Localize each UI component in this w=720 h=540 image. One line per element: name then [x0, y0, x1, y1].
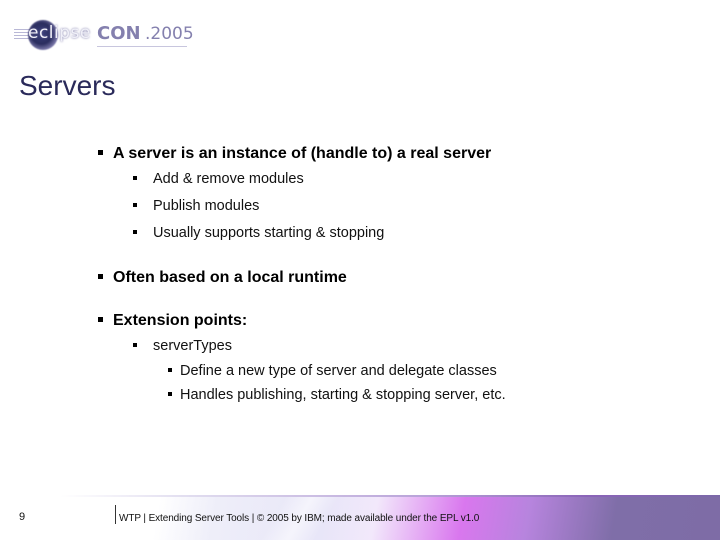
footer-vertical-divider	[115, 505, 116, 524]
bullet-item: serverTypes	[133, 338, 232, 354]
bullet-text: Define a new type of server and delegate…	[180, 363, 497, 379]
bullet-text: Extension points:	[113, 312, 248, 329]
slide-title: Servers	[19, 70, 116, 101]
bullet-item: Handles publishing, starting & stopping …	[168, 387, 506, 403]
bullet-text: Usually supports starting & stopping	[153, 225, 385, 241]
bullet-item: Usually supports starting & stopping	[133, 225, 384, 241]
bullet-item: Often based on a local runtime	[98, 269, 347, 287]
bullet-square-icon	[98, 150, 103, 155]
eclipsecon-logo: eclipse CON .2005	[10, 18, 194, 52]
bullet-text: serverTypes	[153, 338, 232, 354]
bullet-item: Publish modules	[133, 198, 259, 214]
logo-con-text: CON	[97, 23, 141, 44]
bullet-text: Handles publishing, starting & stopping …	[180, 387, 506, 403]
bullet-text: Add & remove modules	[153, 171, 304, 187]
bullet-item: A server is an instance of (handle to) a…	[98, 145, 491, 163]
bullet-text: A server is an instance of (handle to) a…	[113, 145, 492, 162]
bullet-item: Extension points:	[98, 312, 247, 330]
bullet-text: Publish modules	[153, 198, 260, 214]
logo-underline	[97, 46, 187, 47]
bullet-square-icon	[168, 368, 172, 372]
bullet-square-icon	[168, 392, 172, 396]
bullet-square-icon	[98, 317, 103, 322]
bullet-text: Often based on a local runtime	[113, 269, 347, 286]
bullet-square-icon	[98, 274, 103, 279]
bullet-square-icon	[133, 203, 137, 207]
page-number: 9	[19, 511, 26, 523]
bullet-square-icon	[133, 343, 137, 347]
logo-eclipse-text: eclipse	[28, 23, 91, 43]
bullet-square-icon	[133, 230, 137, 234]
footer-divider-line	[60, 495, 720, 497]
footer-text: WTP | Extending Server Tools | © 2005 by…	[119, 513, 480, 524]
bullet-item: Add & remove modules	[133, 171, 304, 187]
bullet-square-icon	[133, 176, 137, 180]
logo-year-text: .2005	[145, 24, 194, 44]
bullet-item: Define a new type of server and delegate…	[168, 363, 497, 379]
